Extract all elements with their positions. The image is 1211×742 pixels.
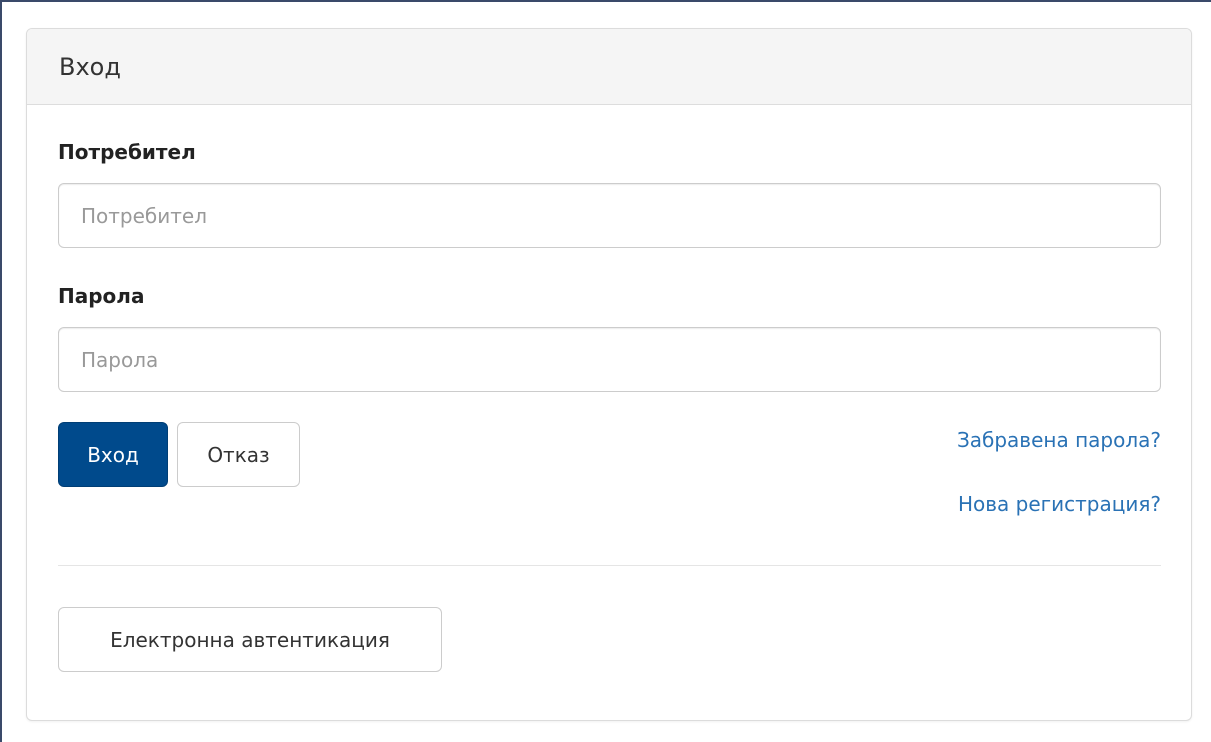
login-button[interactable]: Вход	[58, 422, 168, 487]
new-registration-link[interactable]: Нова регистрация?	[958, 491, 1161, 517]
divider	[58, 565, 1161, 566]
password-label: Парола	[58, 284, 145, 308]
username-label: Потребител	[58, 140, 196, 164]
cancel-button[interactable]: Отказ	[177, 422, 300, 487]
forgot-password-link[interactable]: Забравена парола?	[957, 427, 1161, 453]
electronic-authentication-button[interactable]: Електронна автентикация	[58, 607, 442, 672]
panel-heading: Вход	[27, 29, 1191, 105]
username-input[interactable]	[58, 183, 1161, 248]
login-panel: Вход Потребител Парола Вход Отказ Забрав…	[26, 28, 1192, 721]
window-frame: Вход Потребител Парола Вход Отказ Забрав…	[0, 0, 1211, 742]
panel-title: Вход	[59, 53, 121, 81]
password-input[interactable]	[58, 327, 1161, 392]
